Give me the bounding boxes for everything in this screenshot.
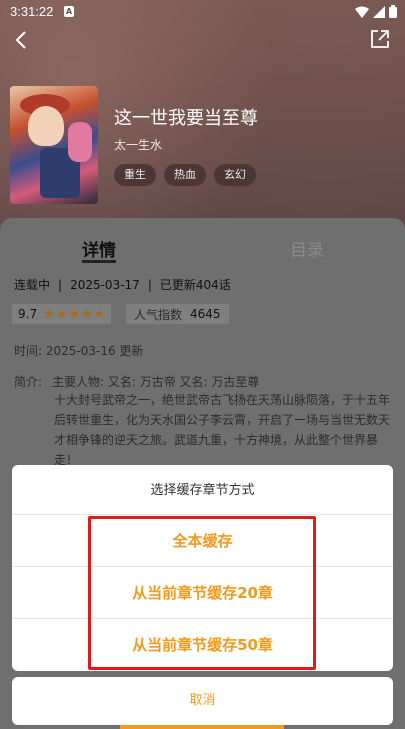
star-icon: ★ (68, 306, 81, 322)
star-icon: ★ (55, 306, 68, 322)
back-icon[interactable] (10, 28, 34, 52)
divider: | (147, 277, 152, 292)
tag-chip[interactable]: 热血 (164, 164, 206, 186)
popularity-value: 4645 (190, 307, 221, 321)
status-icons (355, 5, 397, 18)
star-icon: ★ (43, 306, 55, 322)
book-cover[interactable] (10, 86, 98, 204)
update-date: 2025-03-17 (70, 277, 140, 292)
synopsis-names: 主要人物: 又名: 万古帝 又名: 万古至尊 (52, 375, 260, 389)
tag-chip[interactable]: 重生 (114, 164, 156, 186)
star-icon: ★ (93, 306, 106, 322)
cover-art (28, 106, 64, 146)
status-bar: 3:31:22 A (0, 0, 405, 24)
tab-detail[interactable]: 详情 (82, 236, 116, 261)
tag-list: 重生 热血 玄幻 (114, 164, 256, 186)
book-author[interactable]: 太一生水 (114, 136, 162, 153)
tab-indicator (82, 260, 116, 263)
signal-icon (373, 5, 385, 18)
battery-icon (389, 5, 397, 18)
highlight-box (88, 516, 316, 670)
divider: | (58, 277, 63, 292)
share-icon[interactable] (369, 28, 391, 50)
meta-line: 连载中 | 2025-03-17 | 已更新404话 (14, 276, 231, 293)
star-icon: ★ (81, 306, 93, 322)
popularity-label: 人气指数 (134, 307, 183, 322)
notification-a-icon: A (64, 6, 74, 17)
cover-art (68, 122, 92, 162)
status-time: 3:31:22 (10, 4, 54, 19)
book-title: 这一世我要当至尊 (114, 108, 258, 129)
cancel-button[interactable]: 取消 (12, 677, 393, 725)
wifi-icon (355, 6, 369, 18)
synopsis-label: 简介: (14, 375, 43, 389)
popularity-box: 人气指数 4645 (126, 304, 229, 324)
tab-bar: 详情 目录 (0, 236, 405, 276)
dialog-title: 选择缓存章节方式 (12, 465, 393, 515)
bottom-bar-accent (120, 725, 284, 729)
serial-status: 连载中 (14, 278, 51, 292)
book-header: 3:31:22 A 这一世我要当至尊 太一生水 重生 热血 玄幻 (0, 0, 405, 232)
tag-chip[interactable]: 玄幻 (214, 164, 256, 186)
rating-value: 9.7 (18, 307, 38, 321)
synopsis-body: 十大封号武帝之一，绝世武帝古飞扬在天荡山脉陨落，于十五年后转世重生，化为天水国公… (54, 393, 391, 467)
tab-catalog[interactable]: 目录 (290, 236, 324, 261)
update-time: 时间: 2025-03-16 更新 (14, 344, 144, 358)
star-rating: ★ ★ ★ ★ ★ (43, 307, 105, 322)
chapter-count: 已更新404话 (159, 278, 231, 292)
rating-box: 9.7 ★ ★ ★ ★ ★ (12, 304, 112, 324)
